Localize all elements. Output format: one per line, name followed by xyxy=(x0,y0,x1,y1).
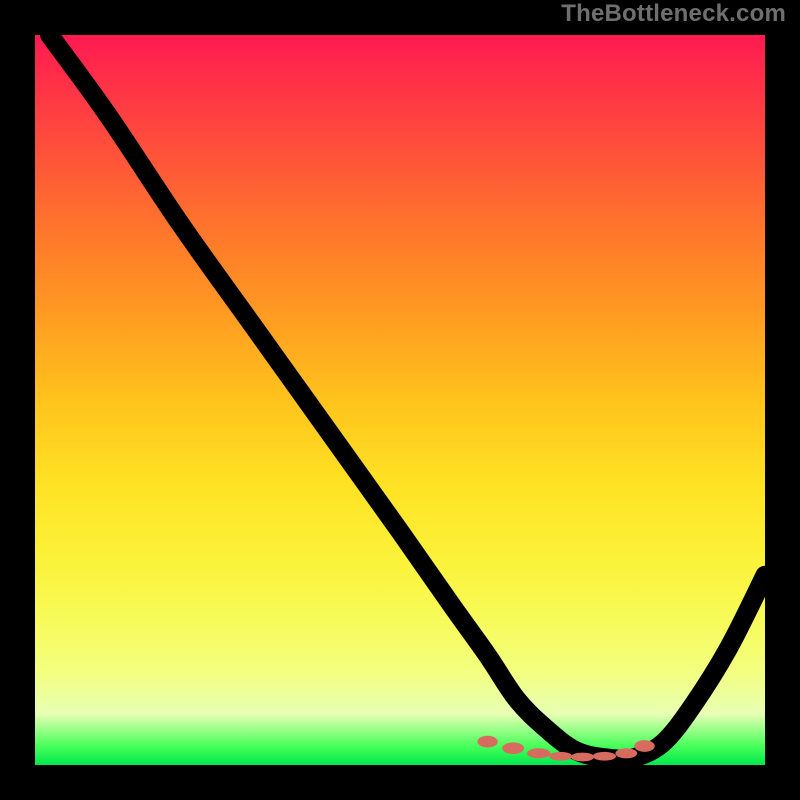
optimal-marker xyxy=(549,752,572,761)
optimal-marker xyxy=(502,742,524,754)
optimal-marker xyxy=(527,748,550,758)
curve-layer xyxy=(35,35,765,765)
optimal-marker xyxy=(571,753,594,762)
chart-frame: TheBottleneck.com xyxy=(0,0,800,800)
plot-area xyxy=(35,35,765,765)
optimal-marker xyxy=(477,736,497,748)
watermark-text: TheBottleneck.com xyxy=(561,0,786,28)
optimal-marker xyxy=(615,748,637,758)
bottleneck-curve xyxy=(50,35,765,759)
optimal-marker xyxy=(634,740,654,752)
optimal-marker xyxy=(593,752,616,761)
